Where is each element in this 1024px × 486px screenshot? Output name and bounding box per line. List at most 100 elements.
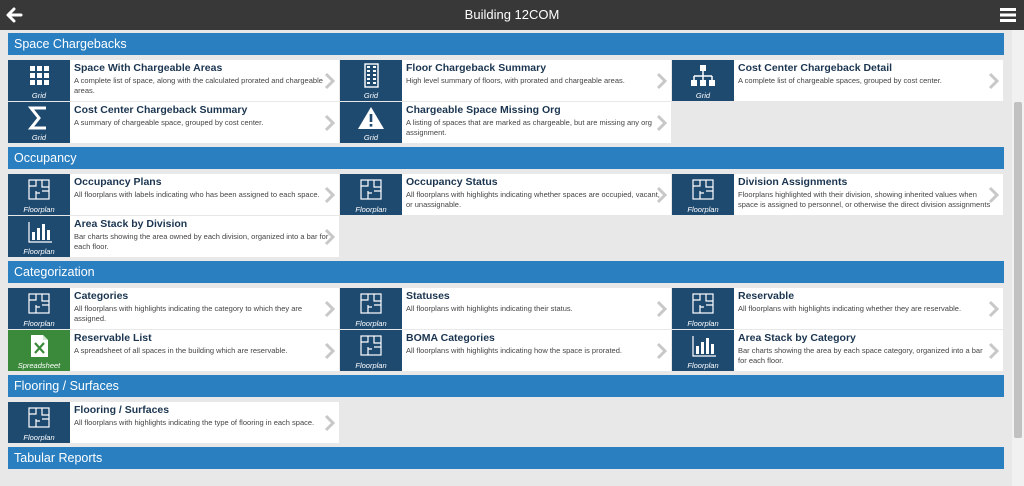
report-description: High level summary of floors, with prora…	[406, 76, 625, 85]
section-header[interactable]: Space Chargebacks	[8, 33, 1004, 55]
report-title: Occupancy Status	[406, 176, 498, 188]
report-title: Area Stack by Category	[738, 332, 856, 344]
report-description: Bar charts showing the area owned by eac…	[74, 232, 329, 251]
report-type-tile: Grid	[8, 102, 70, 143]
report-card-statuses[interactable]: Floorplan Statuses All floorplans with h…	[340, 288, 672, 330]
report-description: All floorplans with highlights indicatin…	[406, 304, 573, 313]
report-description: A listing of spaces that are marked as c…	[406, 118, 652, 137]
floorplan-icon	[692, 293, 714, 314]
section-header[interactable]: Flooring / Surfaces	[8, 375, 1004, 397]
report-card-occupancy-status[interactable]: Floorplan Occupancy Status All floorplan…	[340, 174, 672, 216]
card-grid: Floorplan Categories All floorplans with…	[8, 288, 1004, 372]
floorplan-icon	[28, 293, 50, 314]
chevron-right-icon	[324, 414, 335, 432]
report-type-tile: Spreadsheet	[8, 330, 70, 371]
report-description: All floorplans with highlights indicatin…	[74, 418, 315, 427]
report-type-label: Floorplan	[23, 433, 55, 442]
report-card-division-assignments[interactable]: Floorplan Division Assignments Floorplan…	[672, 174, 1004, 216]
report-title: Area Stack by Division	[74, 218, 188, 230]
chevron-right-icon	[656, 114, 667, 132]
report-type-tile: Floorplan	[8, 174, 70, 215]
report-description: All floorplans with highlights indicatin…	[74, 304, 303, 323]
report-type-tile: Floorplan	[8, 216, 70, 257]
chevron-right-icon	[988, 342, 999, 360]
report-title: Reservable	[738, 290, 795, 302]
report-type-label: Grid	[363, 91, 379, 100]
report-card-chargeable-space-missing-org[interactable]: Grid Chargeable Space Missing Org A list…	[340, 102, 672, 144]
report-card-reservable[interactable]: Floorplan Reservable All floorplans with…	[672, 288, 1004, 330]
report-card-cost-center-chargeback-summary[interactable]: Grid Cost Center Chargeback Summary A su…	[8, 102, 340, 144]
report-card-floor-chargeback-summary[interactable]: Grid Floor Chargeback Summary High level…	[340, 60, 672, 102]
report-type-tile: Grid	[340, 102, 402, 143]
scrollbar-thumb[interactable]	[1014, 102, 1022, 438]
report-type-label: Floorplan	[23, 247, 55, 256]
report-title: Occupancy Plans	[74, 176, 162, 188]
section-header[interactable]: Categorization	[8, 261, 1004, 283]
barchart-icon	[28, 222, 52, 243]
report-description: A complete list of chargeable spaces, gr…	[738, 76, 942, 85]
report-title: Chargeable Space Missing Org	[406, 104, 561, 116]
section-categorization: Categorization Floorplan Categories All …	[8, 261, 1004, 372]
section-header[interactable]: Occupancy	[8, 147, 1004, 169]
section-occupancy: Occupancy Floorplan Occupancy Plans All …	[8, 147, 1004, 258]
chevron-right-icon	[324, 186, 335, 204]
report-type-label: Floorplan	[355, 319, 387, 328]
report-type-label: Grid	[695, 91, 711, 100]
report-card-categories[interactable]: Floorplan Categories All floorplans with…	[8, 288, 340, 330]
card-grid: Floorplan Occupancy Plans All floorplans…	[8, 174, 1004, 258]
org-icon	[691, 65, 715, 86]
spreadsheet-icon	[31, 335, 48, 357]
chevron-right-icon	[656, 186, 667, 204]
sigma-icon	[27, 106, 46, 130]
report-type-tile: Floorplan	[8, 288, 70, 329]
report-type-tile: Floorplan	[672, 288, 734, 329]
chevron-right-icon	[324, 342, 335, 360]
report-card-area-stack-by-division[interactable]: Floorplan Area Stack by Division Bar cha…	[8, 216, 340, 258]
report-type-tile: Grid	[340, 60, 402, 101]
report-card-area-stack-by-category[interactable]: Floorplan Area Stack by Category Bar cha…	[672, 330, 1004, 372]
report-description: Bar charts showing the area by each spac…	[738, 346, 983, 365]
section-space-chargebacks: Space Chargebacks Grid Space With Charge…	[8, 33, 1004, 144]
report-type-label: Floorplan	[687, 205, 719, 214]
report-title: Flooring / Surfaces	[74, 404, 170, 416]
chevron-right-icon	[324, 72, 335, 90]
report-description: A spreadsheet of all spaces in the build…	[74, 346, 288, 355]
card-grid: Floorplan Flooring / Surfaces All floorp…	[8, 402, 1004, 444]
chevron-right-icon	[324, 228, 335, 246]
section-header[interactable]: Tabular Reports	[8, 447, 1004, 469]
floorplan-icon	[360, 335, 382, 356]
report-type-label: Grid	[31, 91, 47, 100]
report-type-label: Floorplan	[23, 319, 55, 328]
report-type-tile: Grid	[672, 60, 734, 101]
report-title: BOMA Categories	[406, 332, 495, 344]
chevron-right-icon	[988, 300, 999, 318]
report-card-cost-center-chargeback-detail[interactable]: Grid Cost Center Chargeback Detail A com…	[672, 60, 1004, 102]
report-type-tile: Floorplan	[340, 288, 402, 329]
top-bar: Building 12COM	[0, 0, 1024, 30]
report-title: Cost Center Chargeback Summary	[74, 104, 248, 116]
floorplan-icon	[28, 407, 50, 428]
report-type-tile: Floorplan	[672, 174, 734, 215]
chevron-right-icon	[988, 72, 999, 90]
hamburger-menu-icon[interactable]	[998, 5, 1018, 25]
report-description: All floorplans with labels indicating wh…	[74, 190, 320, 199]
report-card-boma-categories[interactable]: Floorplan BOMA Categories All floorplans…	[340, 330, 672, 372]
scrollbar[interactable]	[1012, 30, 1024, 486]
chevron-right-icon	[656, 72, 667, 90]
report-card-flooring-surfaces[interactable]: Floorplan Flooring / Surfaces All floorp…	[8, 402, 340, 444]
report-card-space-with-chargeable-areas[interactable]: Grid Space With Chargeable Areas A compl…	[8, 60, 340, 102]
report-type-label: Floorplan	[687, 319, 719, 328]
report-description: Floorplans highlighted with their divisi…	[738, 190, 991, 210]
report-description: A complete list of space, along with the…	[74, 76, 323, 95]
chevron-right-icon	[324, 114, 335, 132]
page-title: Building 12COM	[464, 7, 560, 22]
report-card-reservable-list[interactable]: Spreadsheet Reservable List A spreadshee…	[8, 330, 340, 372]
report-type-label: Floorplan	[355, 205, 387, 214]
report-type-label: Floorplan	[23, 205, 55, 214]
report-type-label: Grid	[363, 133, 379, 142]
report-list: Space Chargebacks Grid Space With Charge…	[0, 30, 1012, 486]
report-type-tile: Floorplan	[340, 330, 402, 371]
report-title: Space With Chargeable Areas	[74, 62, 223, 74]
report-card-occupancy-plans[interactable]: Floorplan Occupancy Plans All floorplans…	[8, 174, 340, 216]
report-title: Division Assignments	[738, 176, 848, 188]
